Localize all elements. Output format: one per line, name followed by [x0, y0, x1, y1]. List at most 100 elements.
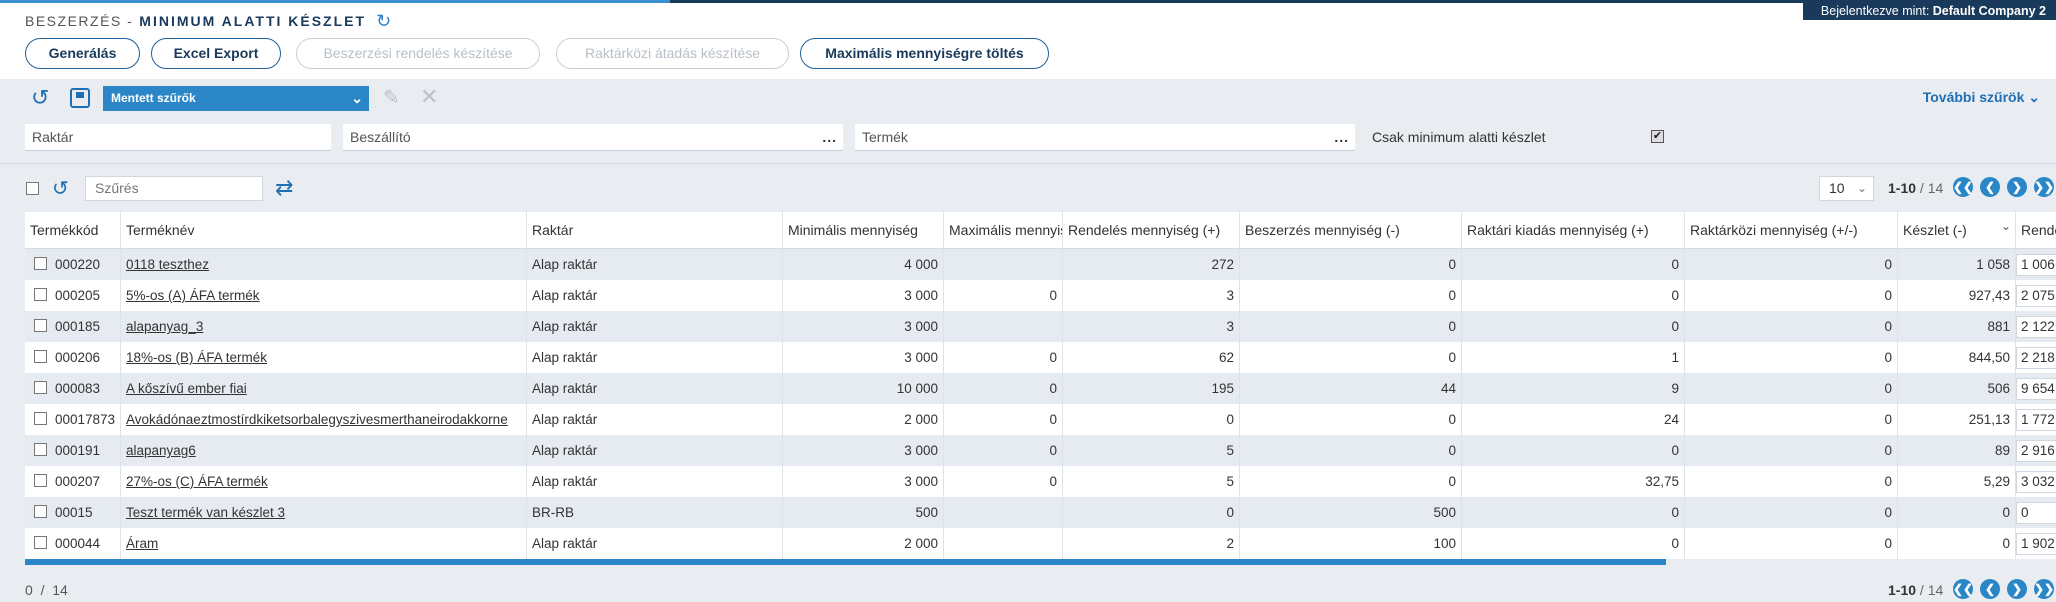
- product-link[interactable]: alapanyag6: [126, 443, 196, 458]
- row-checkbox[interactable]: [34, 350, 47, 363]
- product-name-link[interactable]: 5%-os (A) ÁFA termék: [120, 280, 526, 311]
- to-order-input[interactable]: 1 006: [2016, 254, 2056, 276]
- product-filter[interactable]: Termék...: [855, 124, 1355, 151]
- reset-icon[interactable]: ↺: [52, 178, 69, 200]
- product-link[interactable]: 27%-os (C) ÁFA termék: [126, 474, 268, 489]
- table-row[interactable]: 000220 0118 teszthez Alap raktár 4 000 272 0 0…: [25, 249, 2056, 280]
- search-input[interactable]: Szűrés: [85, 176, 263, 201]
- to-order-input[interactable]: 9 654: [2016, 378, 2056, 400]
- fill-to-max-button[interactable]: Maximális mennyiségre töltés: [800, 38, 1049, 69]
- product-name-link[interactable]: Áram: [120, 528, 526, 559]
- transfer-quantity: 0: [1684, 373, 1897, 404]
- purchase-order-button[interactable]: Beszerzési rendelés készítése: [296, 38, 540, 69]
- to-order-input[interactable]: 2 122: [2016, 316, 2056, 338]
- table-row[interactable]: 000191 alapanyag6 Alap raktár 3 000 0 5 0 0 0 89 2…: [25, 435, 2056, 466]
- row-checkbox[interactable]: [34, 505, 47, 518]
- row-checkbox[interactable]: [34, 257, 47, 270]
- save-filter-icon[interactable]: [70, 88, 90, 108]
- more-icon[interactable]: ...: [822, 124, 837, 151]
- column-header[interactable]: Raktár: [526, 212, 782, 249]
- product-name-link[interactable]: alapanyag_3: [120, 311, 526, 342]
- row-checkbox[interactable]: [34, 536, 47, 549]
- to-order-input[interactable]: 2 218: [2016, 347, 2056, 369]
- page-size-select[interactable]: 10 ⌄: [1819, 176, 1874, 201]
- row-checkbox[interactable]: [34, 412, 47, 425]
- product-link[interactable]: A kőszívű ember fiai: [126, 381, 247, 396]
- column-header[interactable]: Maximális mennyiség: [943, 212, 1062, 249]
- stock-quantity: 1 058: [1897, 249, 2015, 280]
- product-link[interactable]: alapanyag_3: [126, 319, 203, 334]
- column-header[interactable]: Rendelendő: [2015, 212, 2056, 249]
- product-link[interactable]: 18%-os (B) ÁFA termék: [126, 350, 267, 365]
- delete-icon[interactable]: ✕: [420, 86, 438, 108]
- product-link[interactable]: Avokádónaeztmostírdkiketsorbalegyszivesm…: [126, 412, 508, 427]
- warehouse-filter[interactable]: Raktár: [25, 124, 331, 151]
- next-page-icon[interactable]: ❯: [2007, 579, 2027, 599]
- prev-page-icon[interactable]: ❮: [1980, 579, 2000, 599]
- prev-page-icon[interactable]: ❮: [1980, 177, 2000, 197]
- product-name-link[interactable]: A kőszívű ember fiai: [120, 373, 526, 404]
- table-row[interactable]: 000044 Áram Alap raktár 2 000 2 100 0 0 0 1 902: [25, 528, 2056, 559]
- product-name-link[interactable]: Avokádónaeztmostírdkiketsorbalegyszivesm…: [120, 404, 526, 435]
- table-row[interactable]: 000207 27%-os (C) ÁFA termék Alap raktár 3 …: [25, 466, 2056, 497]
- reset-filter-icon[interactable]: ↺: [31, 87, 49, 109]
- column-header[interactable]: Terméknév: [120, 212, 526, 249]
- product-link[interactable]: 0118 teszthez: [126, 257, 209, 272]
- select-all-checkbox[interactable]: [26, 182, 39, 195]
- first-page-icon[interactable]: ❮❮: [1953, 579, 1973, 599]
- more-icon[interactable]: ...: [1334, 124, 1349, 151]
- table-row[interactable]: 00017873 Avokádónaeztmostírdkiketsorbaleg…: [25, 404, 2056, 435]
- column-header[interactable]: Készlet (-) ⌄: [1897, 212, 2015, 249]
- warehouse-transfer-button[interactable]: Raktárközi átadás készítése: [556, 38, 789, 69]
- product-name-link[interactable]: 18%-os (B) ÁFA termék: [120, 342, 526, 373]
- product-link[interactable]: Teszt termék van készlet 3: [126, 505, 285, 520]
- refresh-icon[interactable]: ↻: [376, 12, 393, 30]
- more-filters-toggle[interactable]: További szűrök ⌄: [1923, 89, 2040, 106]
- column-header[interactable]: Termékkód: [25, 212, 120, 249]
- sort-desc-icon[interactable]: ⌄: [2001, 212, 2011, 245]
- table-row[interactable]: 00015 Teszt termék van készlet 3 BR-RB 500 0…: [25, 497, 2056, 528]
- saved-filters-dropdown[interactable]: Mentett szűrők ⌄: [103, 86, 369, 111]
- order-quantity: 195: [1062, 373, 1239, 404]
- product-name-link[interactable]: 27%-os (C) ÁFA termék: [120, 466, 526, 497]
- product-name-link[interactable]: 0118 teszthez: [120, 249, 526, 280]
- to-order-input[interactable]: 2 075: [2016, 285, 2056, 307]
- product-name-link[interactable]: Teszt termék van készlet 3: [120, 497, 526, 528]
- last-page-icon[interactable]: ❯❯: [2034, 177, 2054, 197]
- to-order-input[interactable]: 3 032: [2016, 471, 2056, 493]
- to-order-input[interactable]: 1 772: [2016, 409, 2056, 431]
- row-checkbox[interactable]: [34, 319, 47, 332]
- row-checkbox[interactable]: [34, 381, 47, 394]
- row-checkbox[interactable]: [34, 443, 47, 456]
- to-order-input[interactable]: 2 916: [2016, 440, 2056, 462]
- warehouse: Alap raktár: [526, 528, 782, 559]
- next-page-icon[interactable]: ❯: [2007, 177, 2027, 197]
- table-row[interactable]: 000083 A kőszívű ember fiai Alap raktár 10 …: [25, 373, 2056, 404]
- row-checkbox[interactable]: [34, 474, 47, 487]
- product-code: 00017873: [55, 412, 116, 427]
- product-name-link[interactable]: alapanyag6: [120, 435, 526, 466]
- table-row[interactable]: 000205 5%-os (A) ÁFA termék Alap raktár 3 0…: [25, 280, 2056, 311]
- to-order-input[interactable]: 0: [2016, 502, 2056, 524]
- supplier-filter[interactable]: Beszállító...: [343, 124, 843, 151]
- below-min-checkbox[interactable]: ✔: [1651, 130, 1664, 143]
- first-page-icon[interactable]: ❮❮: [1953, 177, 1973, 197]
- column-header[interactable]: Raktárközi mennyiség (+/-): [1684, 212, 1897, 249]
- swap-icon[interactable]: ⇄: [275, 177, 293, 199]
- table-row[interactable]: 000185 alapanyag_3 Alap raktár 3 000 3 0 0 0 881…: [25, 311, 2056, 342]
- column-header[interactable]: Beszerzés mennyiség (-): [1239, 212, 1461, 249]
- column-header[interactable]: Raktári kiadás mennyiség (+): [1461, 212, 1684, 249]
- edit-icon[interactable]: ✎: [383, 87, 400, 109]
- product-code: 000083: [55, 381, 101, 396]
- product-link[interactable]: Áram: [126, 536, 158, 551]
- generate-button[interactable]: Generálás: [25, 38, 140, 69]
- horizontal-scrollbar[interactable]: [25, 559, 1666, 565]
- column-header[interactable]: Rendelés mennyiség (+): [1062, 212, 1239, 249]
- excel-export-button[interactable]: Excel Export: [151, 38, 281, 69]
- row-checkbox[interactable]: [34, 288, 47, 301]
- product-link[interactable]: 5%-os (A) ÁFA termék: [126, 288, 260, 303]
- to-order-input[interactable]: 1 902: [2016, 533, 2056, 555]
- column-header[interactable]: Minimális mennyiség: [782, 212, 943, 249]
- last-page-icon[interactable]: ❯❯: [2034, 579, 2054, 599]
- table-row[interactable]: 000206 18%-os (B) ÁFA termék Alap raktár 3 …: [25, 342, 2056, 373]
